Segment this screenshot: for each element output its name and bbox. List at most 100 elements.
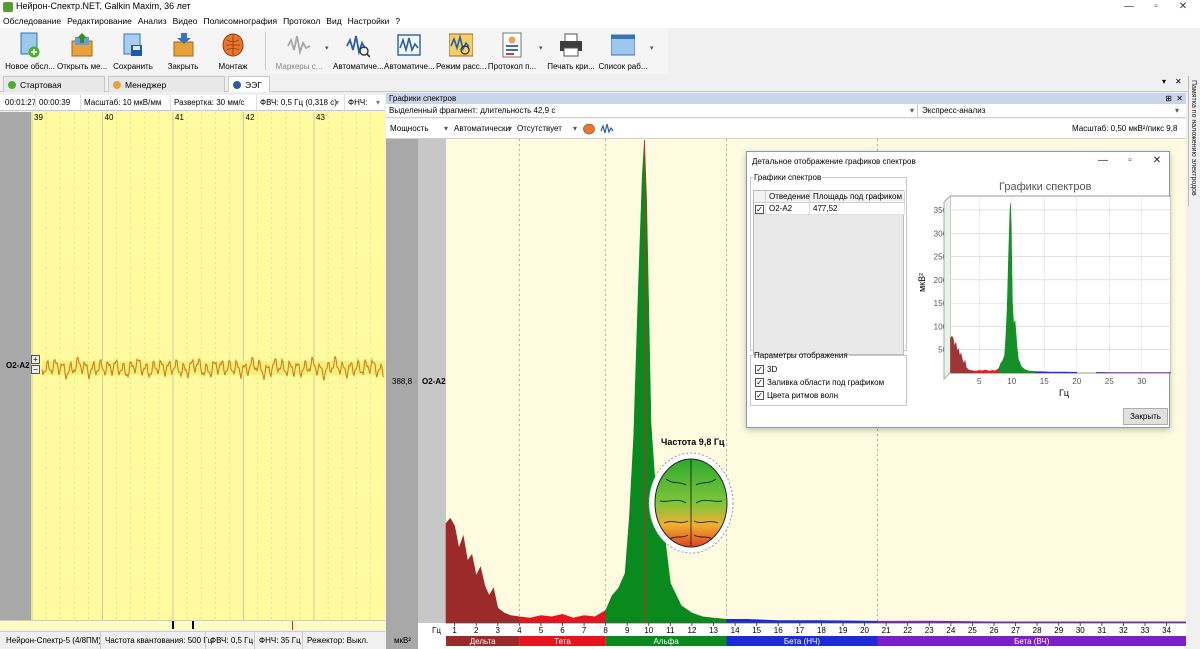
app-logo-icon	[3, 2, 13, 12]
menu-help[interactable]: ?	[392, 14, 403, 28]
chevron-down-icon[interactable]: ▾	[573, 119, 577, 139]
eeg-scale-select[interactable]: Масштаб: 10 мкВ/мм	[80, 95, 161, 110]
x-tick-label: 17	[795, 626, 804, 635]
dialog-minimize-button[interactable]: —	[1092, 153, 1114, 169]
pin-icon[interactable]: ⊞	[1165, 93, 1172, 104]
wave-settings-icon[interactable]	[600, 122, 614, 136]
x-tick-label: 24	[946, 626, 955, 635]
view-mode-button[interactable]: Режим расс...	[436, 30, 486, 72]
save-icon	[123, 33, 142, 56]
chevron-down-icon[interactable]: ▾	[335, 95, 339, 110]
markers-icon	[287, 35, 311, 56]
menu-exam[interactable]: Обследование	[0, 14, 64, 28]
option-3d[interactable]: ✓ 3D	[755, 364, 777, 376]
x-tick-label: 31	[1097, 626, 1106, 635]
chevron-down-icon[interactable]: ▾	[650, 44, 654, 52]
print-icon	[560, 33, 582, 57]
chevron-down-icon[interactable]: ▾	[910, 104, 914, 118]
x-tick-label: 32	[1119, 626, 1128, 635]
row-lead: O2-A2	[766, 203, 810, 215]
option-rhythm-colors[interactable]: ✓ Цвета ритмов волн	[755, 390, 838, 402]
markers-button[interactable]: Маркеры с...	[274, 30, 324, 72]
electrode-guide-sidebar[interactable]: Памятка по наложению электродов	[1188, 76, 1200, 206]
toolbar-separator	[265, 32, 266, 70]
mini-x-tick-label: 10	[1007, 377, 1016, 386]
menu-video[interactable]: Видео	[170, 14, 201, 28]
notch-status: Режектор: Выкл.	[302, 632, 368, 649]
close-panel-icon[interactable]: ✕	[1176, 93, 1183, 104]
open-manager-button[interactable]: Открыть ме...	[57, 30, 107, 72]
close-dialog-button[interactable]: Закрыть	[1123, 408, 1168, 425]
close-tab-icon[interactable]: ✕	[1175, 77, 1182, 86]
close-window-button[interactable]: ✕	[1170, 0, 1196, 14]
express-analysis-select[interactable]: Экспресс-анализ	[922, 104, 985, 118]
second-tick-label: 42	[246, 113, 255, 122]
eeg-sweep-select[interactable]: Развертка: 30 мм/с	[170, 95, 245, 110]
mini-x-tick-label: 25	[1105, 377, 1114, 386]
timeline-thumb[interactable]	[172, 621, 194, 629]
auto-spectra-button[interactable]: Автоматиче...	[384, 30, 434, 72]
auto-analysis-button[interactable]: Автоматиче...	[333, 30, 383, 72]
montage-button[interactable]: Монтаж	[208, 30, 258, 72]
menu-settings[interactable]: Настройки	[345, 14, 393, 28]
print-button[interactable]: Печать кри...	[546, 30, 596, 72]
protocol-icon	[502, 32, 522, 58]
auto-analysis-icon	[346, 35, 370, 58]
x-tick-label: 22	[903, 626, 912, 635]
chevron-down-icon[interactable]: ▾	[444, 119, 448, 139]
x-tick-label: 29	[1054, 626, 1063, 635]
row-checkbox[interactable]: ✓	[754, 203, 766, 215]
second-tick-label: 40	[105, 113, 114, 122]
absent-select[interactable]: Отсутствует	[517, 119, 562, 139]
tab-start-page[interactable]: Стартовая страница	[3, 76, 105, 106]
display-params-group: Параметры отображения ✓ 3D ✓ Заливка облас…	[750, 351, 907, 406]
close-exam-button[interactable]: Закрыть	[158, 30, 208, 72]
worklist-button[interactable]: Список раб...	[598, 30, 648, 72]
eeg-trace-area[interactable]: 39 40 41 42 43 O2-A2 + −	[0, 112, 385, 620]
chevron-down-icon[interactable]: ▾	[325, 44, 329, 52]
x-tick-label: 3	[496, 626, 501, 635]
tab-list-icon[interactable]: ▾	[1162, 77, 1166, 86]
menu-polysomnography[interactable]: Полисомнография	[200, 14, 280, 28]
x-tick-label: 18	[817, 626, 826, 635]
dialog-close-icon[interactable]: ✕	[1146, 153, 1168, 169]
menu-view[interactable]: Вид	[323, 14, 344, 28]
option-fill-area[interactable]: ✓ Заливка области под графиком	[755, 377, 884, 389]
band-label: Бета (НЧ)	[784, 637, 820, 646]
mode-select[interactable]: Мощность	[390, 119, 428, 139]
decrease-gain-button[interactable]: −	[31, 365, 40, 374]
mini-plot-frame	[949, 195, 1171, 374]
chevron-down-icon[interactable]: ▾	[376, 95, 380, 110]
maximize-button[interactable]: ▫	[1143, 0, 1169, 14]
toolbar: Новое обсл... Открыть ме... Сохранить За…	[0, 28, 668, 74]
x-tick-label: 13	[709, 626, 718, 635]
eeg-lpf-select[interactable]: ФНЧ:	[344, 95, 367, 110]
save-button[interactable]: Сохранить	[108, 30, 158, 72]
max-value-label: 388,8	[392, 377, 413, 386]
device-status: Нейрон-Спектр-5 (4/8ПМ)	[6, 636, 102, 645]
menu-protocol[interactable]: Протокол	[280, 14, 323, 28]
eeg-timeline-scrollbar[interactable]	[0, 620, 385, 630]
brain-icon[interactable]	[583, 123, 595, 135]
chevron-down-icon[interactable]: ▾	[539, 44, 543, 52]
x-tick-label: 8	[603, 626, 608, 635]
x-tick-label: 26	[990, 626, 999, 635]
menu-analysis[interactable]: Анализ	[135, 14, 170, 28]
protocol-button[interactable]: Протокол п...	[487, 30, 537, 72]
auto-select[interactable]: Автоматически	[454, 119, 510, 139]
increase-gain-button[interactable]: +	[31, 355, 40, 364]
x-tick-label: 23	[925, 626, 934, 635]
tab-exam-manager[interactable]: Менеджер обследований	[108, 76, 225, 106]
menu-edit[interactable]: Редактирование	[64, 14, 135, 28]
minimize-button[interactable]: —	[1116, 0, 1142, 14]
new-exam-button[interactable]: Новое обсл...	[5, 30, 55, 72]
chevron-down-icon[interactable]: ▾	[1175, 104, 1179, 118]
eeg-hpf-select[interactable]: ФВЧ: 0,5 Гц (0,318 с)	[256, 95, 337, 110]
x-tick-label: 14	[731, 626, 740, 635]
x-tick-label: 30	[1076, 626, 1085, 635]
title-bar: Нейрон-Спектр.NET, Galkin Maxim, 36 лет …	[0, 0, 1200, 14]
tab-eeg[interactable]: ЭЭГ	[228, 76, 270, 92]
chevron-down-icon[interactable]: ▾	[508, 119, 512, 139]
dialog-maximize-button[interactable]: ▫	[1119, 153, 1141, 169]
fragment-select[interactable]: Выделенный фрагмент: длительность 42,9 с	[389, 104, 555, 118]
